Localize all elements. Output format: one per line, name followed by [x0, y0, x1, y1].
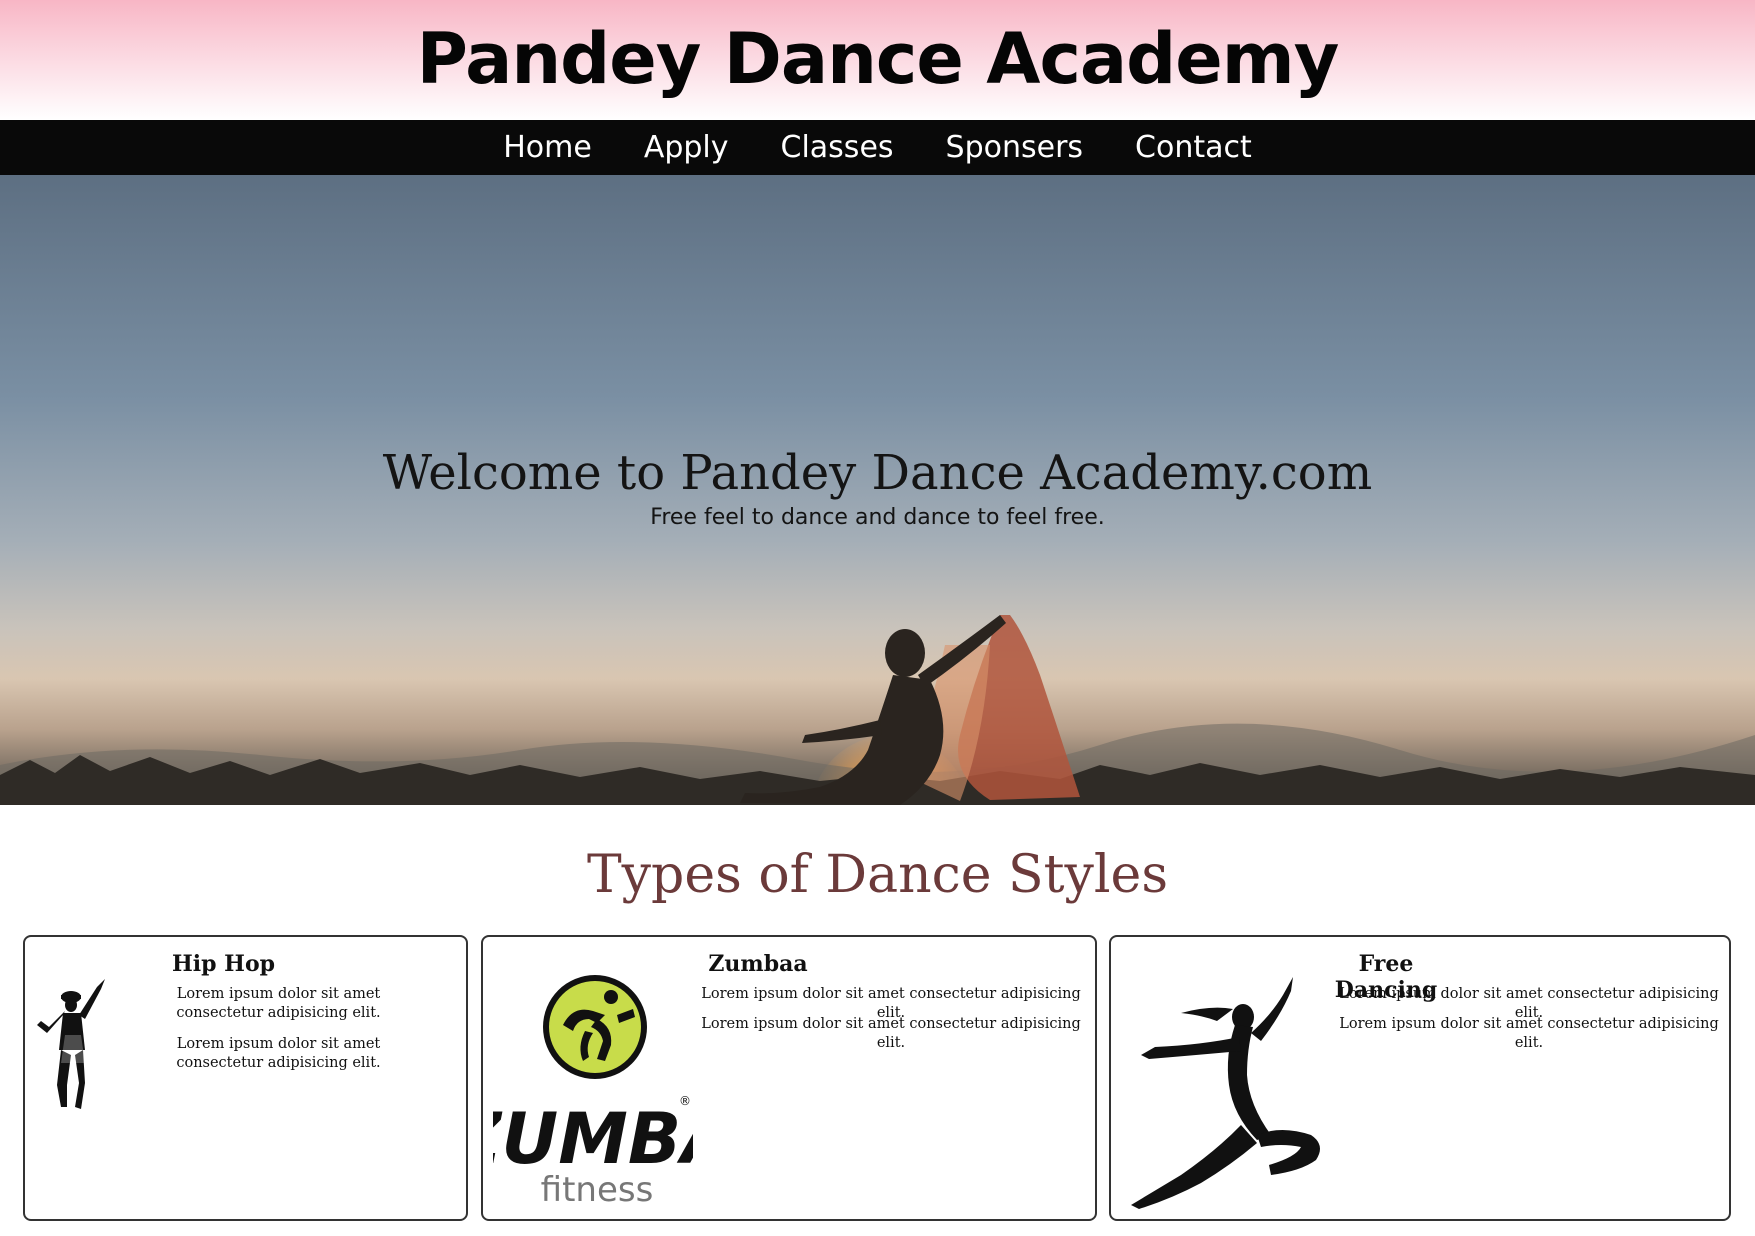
hip-hop-card: Hip Hop Lorem ipsum dolor sit amet conse…	[23, 935, 468, 1221]
zumba-fitness-logo: ZUMBA ® fitness	[493, 975, 693, 1205]
free-dancing-paragraph-2: Lorem ipsum dolor sit amet consectetur a…	[1339, 1016, 1719, 1051]
nav-sponsers-link[interactable]: Sponsers	[946, 120, 1084, 175]
zumbaa-paragraph-2: Lorem ipsum dolor sit amet consectetur a…	[701, 1016, 1081, 1051]
zumba-logo-word: ZUMBA	[493, 1098, 693, 1180]
dance-styles-cards: Hip Hop Lorem ipsum dolor sit amet conse…	[0, 935, 1755, 1235]
free-dancing-card: Free Dancing Lorem ipsum dolor sit amet …	[1109, 935, 1731, 1221]
zumba-registered-mark: ®	[679, 1094, 691, 1108]
hip-hop-paragraph-2: Lorem ipsum dolor sit amet consectetur a…	[176, 1036, 381, 1071]
hip-hop-title: Hip Hop	[171, 951, 276, 977]
nav-apply-link[interactable]: Apply	[644, 120, 729, 175]
dance-styles-heading: Types of Dance Styles	[586, 845, 1168, 905]
hip-hop-paragraph-1: Lorem ipsum dolor sit amet consectetur a…	[176, 986, 381, 1021]
zumba-logo-sub: fitness	[541, 1170, 654, 1205]
hero-banner: Welcome to Pandey Dance Academy.com Free…	[0, 175, 1755, 805]
site-title: Pandey Dance Academy	[416, 18, 1340, 100]
nav-classes-link[interactable]: Classes	[781, 120, 894, 175]
nav-home-link[interactable]: Home	[503, 120, 592, 175]
zumbaa-card: ZUMBA ® fitness Zumbaa Lorem ipsum dolor…	[481, 935, 1097, 1221]
free-dancer-silhouette-image	[1131, 977, 1320, 1209]
site-header: Pandey Dance Academy	[0, 0, 1755, 120]
hero-heading: Welcome to Pandey Dance Academy.com	[382, 445, 1373, 501]
zumbaa-title: Zumbaa	[708, 951, 808, 977]
hip-hop-dancer-image	[37, 979, 105, 1109]
hero-tagline: Free feel to dance and dance to feel fre…	[650, 505, 1105, 530]
main-nav: Home Apply Classes Sponsers Contact	[0, 120, 1755, 175]
nav-contact-link[interactable]: Contact	[1135, 120, 1252, 175]
